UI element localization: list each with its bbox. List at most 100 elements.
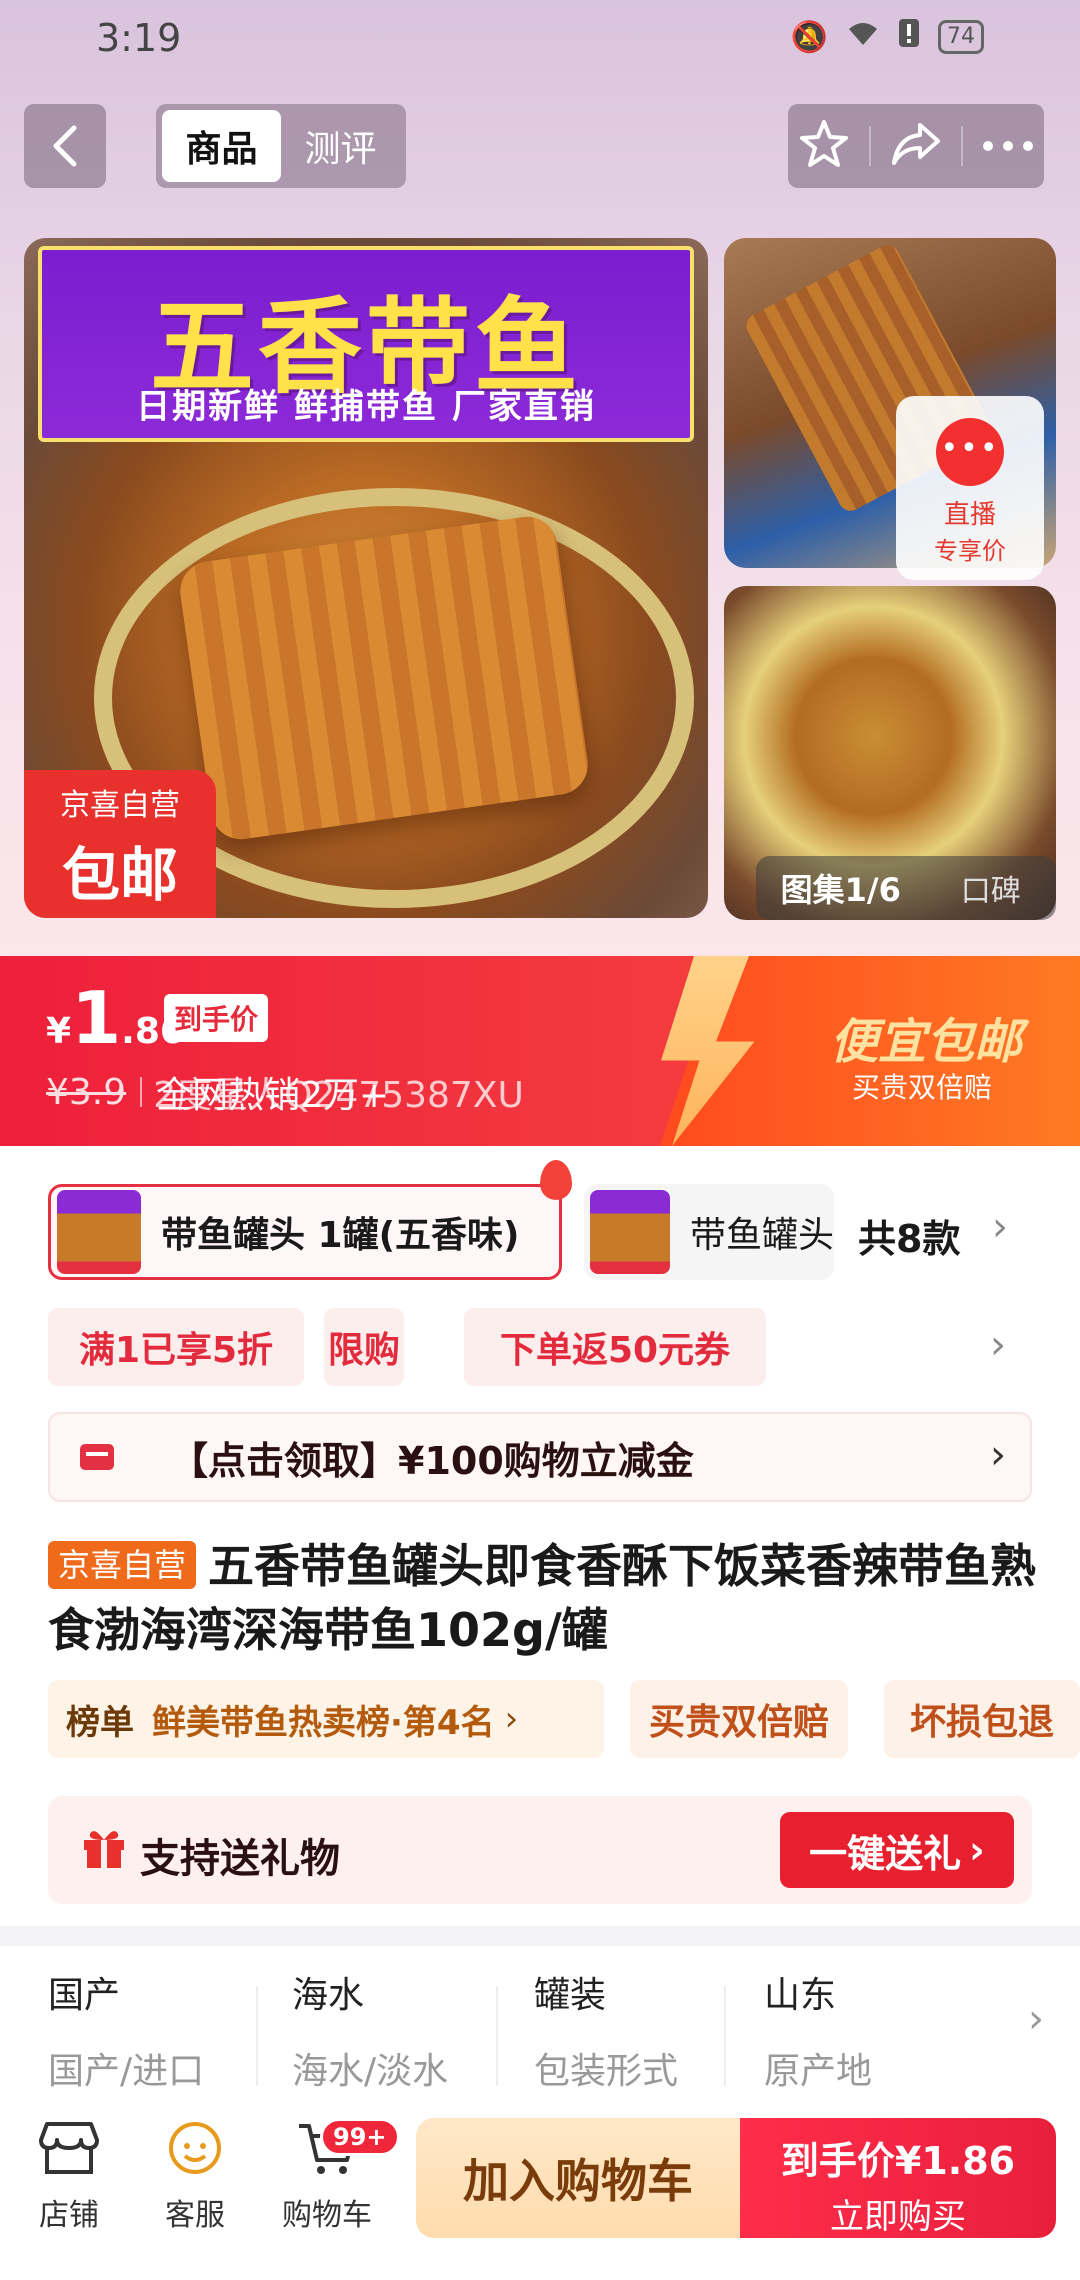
price-secondary-row: ¥3.9 全网热销2万+ 2度星人Q2475387XU — [46, 1066, 524, 1118]
chevron-left-icon — [53, 125, 77, 167]
review-tab[interactable]: 口碑 — [926, 866, 1056, 910]
spec-value: 罐装 — [534, 1975, 607, 2016]
spec-key: 国产/进口 — [48, 2051, 205, 2092]
badge-line1: 京喜自营 — [60, 788, 180, 823]
divider — [868, 126, 871, 166]
card-icon — [80, 1444, 114, 1470]
variant-thumbnail — [590, 1190, 670, 1274]
product-info-section: 带鱼罐头 1罐(五香味) 带鱼罐头 共8款 › 满1已享5折 限购 下单返50元… — [0, 1146, 1080, 1926]
variant-label: 带鱼罐头 — [689, 1215, 834, 1256]
product-title: 五香带鱼罐头即食香酥下饭菜香辣带鱼熟食渤海湾深海带鱼102g/罐 — [48, 1539, 1037, 1657]
album-tab[interactable]: 图集1/6 — [756, 865, 926, 911]
variant-selector: 带鱼罐头 1罐(五香味) 带鱼罐头 共8款 › — [48, 1160, 1048, 1280]
product-banner: 五香带鱼 日期新鲜 鲜捕带鱼 厂家直销 — [38, 246, 694, 442]
guarantee-return-tag[interactable]: 坏损包退 — [884, 1680, 1080, 1758]
mute-icon: 🔕 — [790, 19, 828, 55]
guarantee-price-tag[interactable]: 买贵双倍赔 — [630, 1680, 848, 1758]
live-icon: ••• — [936, 418, 1004, 486]
tab-product[interactable]: 商品 — [162, 110, 281, 182]
price-currency: ¥ — [46, 1011, 72, 1052]
divider — [961, 126, 964, 166]
ranking-value: 鲜美带鱼热卖榜·第4名 — [152, 1702, 495, 1743]
tab-review[interactable]: 测评 — [281, 110, 400, 182]
variant-label: 带鱼罐头 1罐(五香味) — [161, 1215, 520, 1256]
live-sublabel: 专享价 — [934, 537, 1006, 565]
live-price-card[interactable]: ••• 直播 专享价 — [896, 396, 1044, 580]
divider — [140, 1077, 143, 1107]
divider — [256, 1986, 258, 2086]
gallery-switch-bar: 图集1/6 口碑 — [756, 856, 1056, 920]
promo-title: 便宜包邮 — [829, 1014, 1022, 1070]
bottom-action-bar: 店铺 客服 购物车 99+ 加入购物车 到手价¥1.86 立即购买 — [0, 2096, 1080, 2280]
spec-value: 国产 — [48, 1975, 121, 2016]
customer-service-button[interactable]: 客服 — [140, 2120, 250, 2234]
tab-switcher: 商品 测评 — [156, 104, 406, 188]
shop-icon — [39, 2122, 99, 2174]
cart-label: 购物车 — [282, 2198, 372, 2233]
more-icon[interactable] — [982, 137, 1034, 156]
share-icon[interactable] — [890, 121, 942, 171]
buy-now-label: 立即购买 — [830, 2197, 966, 2237]
overlay-watermark-text: 2度星人Q2475387XU — [153, 1075, 524, 1116]
ranking-key: 榜单 — [66, 1702, 134, 1743]
spec-origin-type: 国产 国产/进口 — [48, 1966, 204, 2094]
variant-count[interactable]: 共8款 — [858, 1208, 960, 1263]
chevron-right-icon[interactable]: › — [992, 1204, 1008, 1250]
chevron-right-icon: › — [990, 1432, 1006, 1478]
original-price: ¥3.9 — [46, 1071, 127, 1113]
final-price-tag: 到手价 — [164, 994, 269, 1042]
customer-service-label: 客服 — [165, 2198, 225, 2233]
nav-actions — [788, 104, 1044, 188]
price-integer: 1 — [71, 976, 122, 1060]
battery-icon: 74 — [938, 20, 984, 54]
variant-option[interactable]: 带鱼罐头 — [584, 1184, 834, 1280]
badge-row: 榜单 鲜美带鱼热卖榜·第4名 › 买贵双倍赔 坏损包退 — [48, 1680, 1080, 1758]
chevron-right-icon: › — [504, 1699, 519, 1739]
spec-key: 原产地 — [764, 2051, 873, 2092]
buy-now-price: 到手价¥1.86 — [780, 2139, 1016, 2183]
status-icons: 🔕 74 — [791, 18, 984, 56]
chevron-right-icon: › — [1028, 1996, 1044, 2042]
add-to-cart-button[interactable]: 加入购物车 — [416, 2118, 740, 2238]
spec-key: 包装形式 — [534, 2051, 679, 2092]
live-label: 直播 — [943, 500, 996, 530]
alert-icon — [898, 18, 920, 56]
top-nav: 商品 测评 — [0, 104, 1080, 188]
send-gift-button[interactable]: 一键送礼 › — [780, 1812, 1014, 1888]
send-gift-label: 一键送礼 — [809, 1831, 962, 1876]
customer-service-icon — [169, 2122, 221, 2174]
main-product-image[interactable]: 五香带鱼 日期新鲜 鲜捕带鱼 厂家直销 京喜自营 包邮 — [24, 238, 708, 918]
promo-tag-coupon: 下单返50元券 — [464, 1308, 766, 1386]
banner-subtitle: 日期新鲜 鲜捕带鱼 厂家直销 — [136, 387, 596, 427]
promo-tag-discount: 满1已享5折 — [48, 1308, 304, 1386]
ranking-tag[interactable]: 榜单 鲜美带鱼热卖榜·第4名 › — [48, 1680, 604, 1758]
variant-option-selected[interactable]: 带鱼罐头 1罐(五香味) — [48, 1184, 562, 1280]
hot-fire-icon — [540, 1160, 572, 1200]
coupon-text: 【点击领取】¥100购物立减金 — [170, 1438, 694, 1483]
spec-value: 海水 — [292, 1975, 365, 2016]
divider — [496, 1986, 498, 2086]
shop-label: 店铺 — [39, 2198, 99, 2233]
spec-origin-place: 山东 原产地 — [764, 1966, 872, 2094]
gift-text: 支持送礼物 — [140, 1836, 340, 1882]
spec-water-type: 海水 海水/淡水 — [292, 1966, 448, 2094]
buy-now-button[interactable]: 到手价¥1.86 立即购买 — [740, 2118, 1056, 2238]
gift-card: 支持送礼物 一键送礼 › — [48, 1796, 1032, 1904]
status-bar: 3:19 🔕 74 — [0, 0, 1080, 74]
back-button[interactable] — [24, 104, 106, 188]
promo-tags-row[interactable]: 满1已享5折 限购 下单返50元券 › — [48, 1308, 1048, 1386]
wifi-icon — [846, 19, 880, 55]
coupon-banner[interactable]: 【点击领取】¥100购物立减金 › — [48, 1412, 1032, 1502]
promo-tag-limit: 限购 — [324, 1308, 404, 1386]
specs-strip[interactable]: 国产 国产/进口 海水 海水/淡水 罐装 包装形式 山东 原产地 › — [0, 1946, 1080, 2096]
variant-thumbnail — [57, 1190, 141, 1274]
shop-button[interactable]: 店铺 — [14, 2120, 124, 2234]
gift-icon — [84, 1831, 124, 1868]
jingxi-free-shipping-badge: 京喜自营 包邮 — [24, 770, 216, 918]
cart-count-badge: 99+ — [320, 2118, 400, 2156]
self-operated-tag: 京喜自营 — [48, 1541, 197, 1589]
spec-package: 罐装 包装形式 — [534, 1966, 678, 2094]
divider — [724, 1986, 726, 2086]
favorite-star-icon[interactable] — [798, 119, 850, 173]
chevron-right-icon[interactable]: › — [990, 1322, 1006, 1368]
